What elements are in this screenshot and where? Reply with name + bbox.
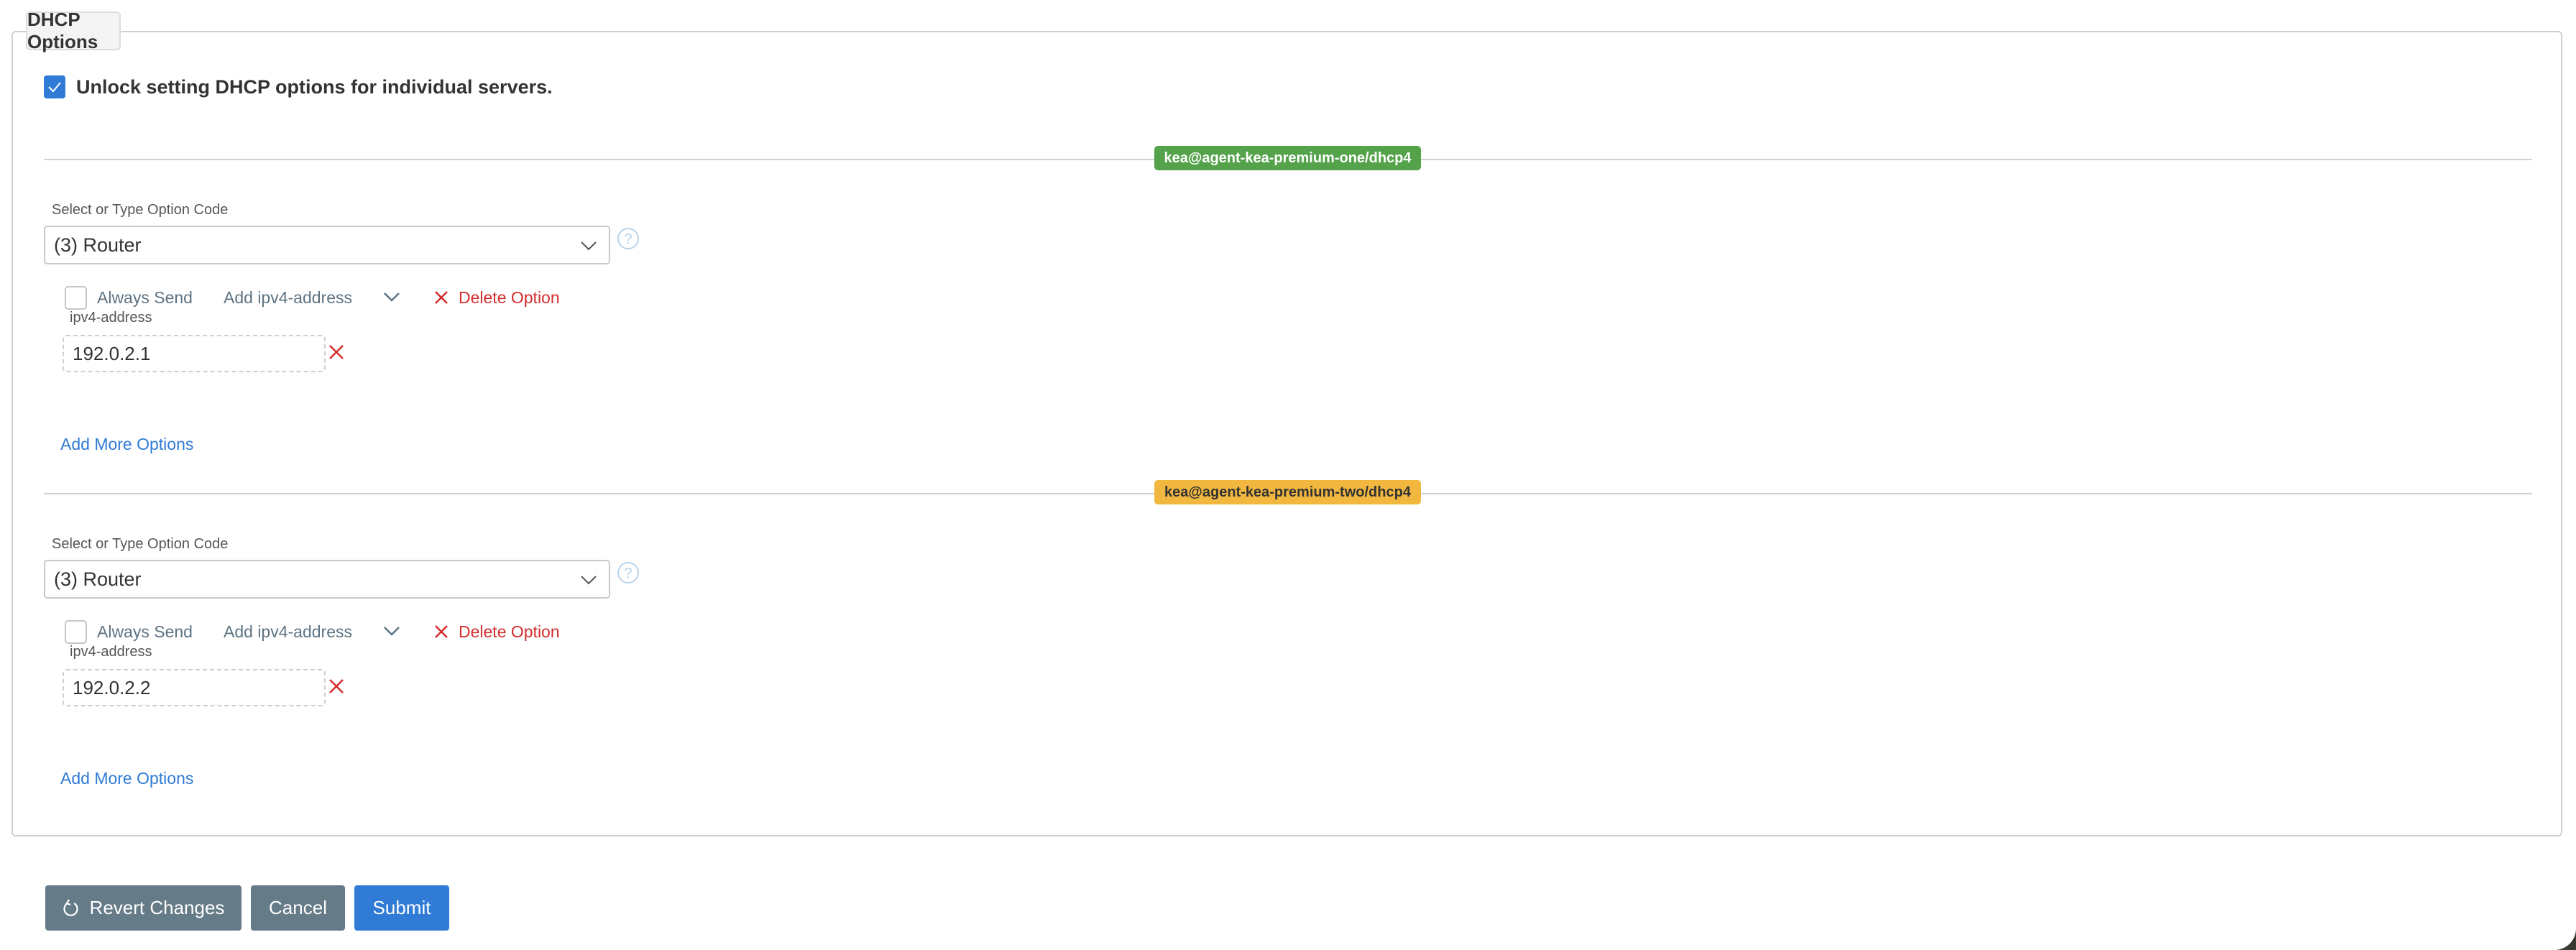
delete-option-label: Delete Option (459, 287, 560, 307)
ipv4-address-input[interactable]: 192.0.2.2 (63, 669, 326, 706)
ipv4-address-label: ipv4-address (70, 644, 152, 660)
server-section-2: kea@agent-kea-premium-two/dhcp4 Select o… (0, 480, 2576, 824)
unlock-options-label: Unlock setting DHCP options for individu… (76, 75, 553, 98)
add-ipv4-address-button[interactable]: Add ipv4-address (224, 288, 352, 308)
window-corner (2554, 928, 2576, 950)
add-ipv4-address-button[interactable]: Add ipv4-address (224, 622, 352, 642)
option-controls-row: Always Send Add ipv4-address Delete Opti… (65, 616, 560, 647)
option-controls-row: Always Send Add ipv4-address Delete Opti… (65, 282, 560, 313)
undo-icon (63, 898, 78, 916)
option-code-value: (3) Router (54, 234, 142, 256)
delete-option-button[interactable]: Delete Option (434, 622, 560, 642)
question-circle-icon[interactable]: ? (617, 561, 640, 584)
option-code-value: (3) Router (54, 568, 142, 590)
svg-text:?: ? (624, 231, 632, 247)
revert-changes-label: Revert Changes (89, 897, 225, 918)
check-icon (48, 82, 61, 93)
ipv4-address-label: ipv4-address (70, 310, 152, 326)
svg-text:?: ? (624, 566, 632, 581)
cancel-button[interactable]: Cancel (251, 885, 345, 931)
x-icon[interactable] (328, 678, 344, 694)
revert-changes-button[interactable]: Revert Changes (45, 885, 242, 931)
x-icon (435, 625, 448, 638)
delete-option-button[interactable]: Delete Option (434, 288, 560, 308)
ipv4-address-input[interactable]: 192.0.2.1 (63, 335, 326, 372)
always-send-label[interactable]: Always Send (97, 288, 193, 308)
server-badge: kea@agent-kea-premium-one/dhcp4 (1154, 146, 1421, 170)
option-code-select[interactable]: (3) Router (44, 560, 610, 599)
chevron-down-icon[interactable] (383, 290, 400, 303)
x-icon[interactable] (328, 344, 344, 360)
chevron-down-icon[interactable] (580, 239, 597, 253)
always-send-label[interactable]: Always Send (97, 622, 193, 642)
chevron-down-icon[interactable] (383, 624, 400, 637)
unlock-options-checkbox[interactable] (44, 75, 65, 98)
option-code-label: Select or Type Option Code (52, 202, 229, 218)
option-code-label: Select or Type Option Code (52, 536, 229, 552)
option-code-select[interactable]: (3) Router (44, 226, 610, 264)
always-send-checkbox[interactable] (65, 285, 87, 310)
question-circle-icon[interactable]: ? (617, 227, 640, 250)
x-icon (435, 291, 448, 304)
chevron-down-icon[interactable] (580, 573, 597, 587)
submit-button[interactable]: Submit (354, 885, 449, 931)
add-more-options-link[interactable]: Add More Options (60, 769, 193, 788)
add-more-options-link[interactable]: Add More Options (60, 435, 193, 454)
server-section-1: kea@agent-kea-premium-one/dhcp4 Select o… (0, 146, 2576, 489)
fieldset-legend: DHCP Options (26, 9, 121, 52)
always-send-checkbox[interactable] (65, 619, 87, 644)
server-badge: kea@agent-kea-premium-two/dhcp4 (1154, 480, 1421, 504)
delete-option-label: Delete Option (459, 622, 560, 641)
unlock-options-row[interactable]: Unlock setting DHCP options for individu… (44, 75, 553, 98)
